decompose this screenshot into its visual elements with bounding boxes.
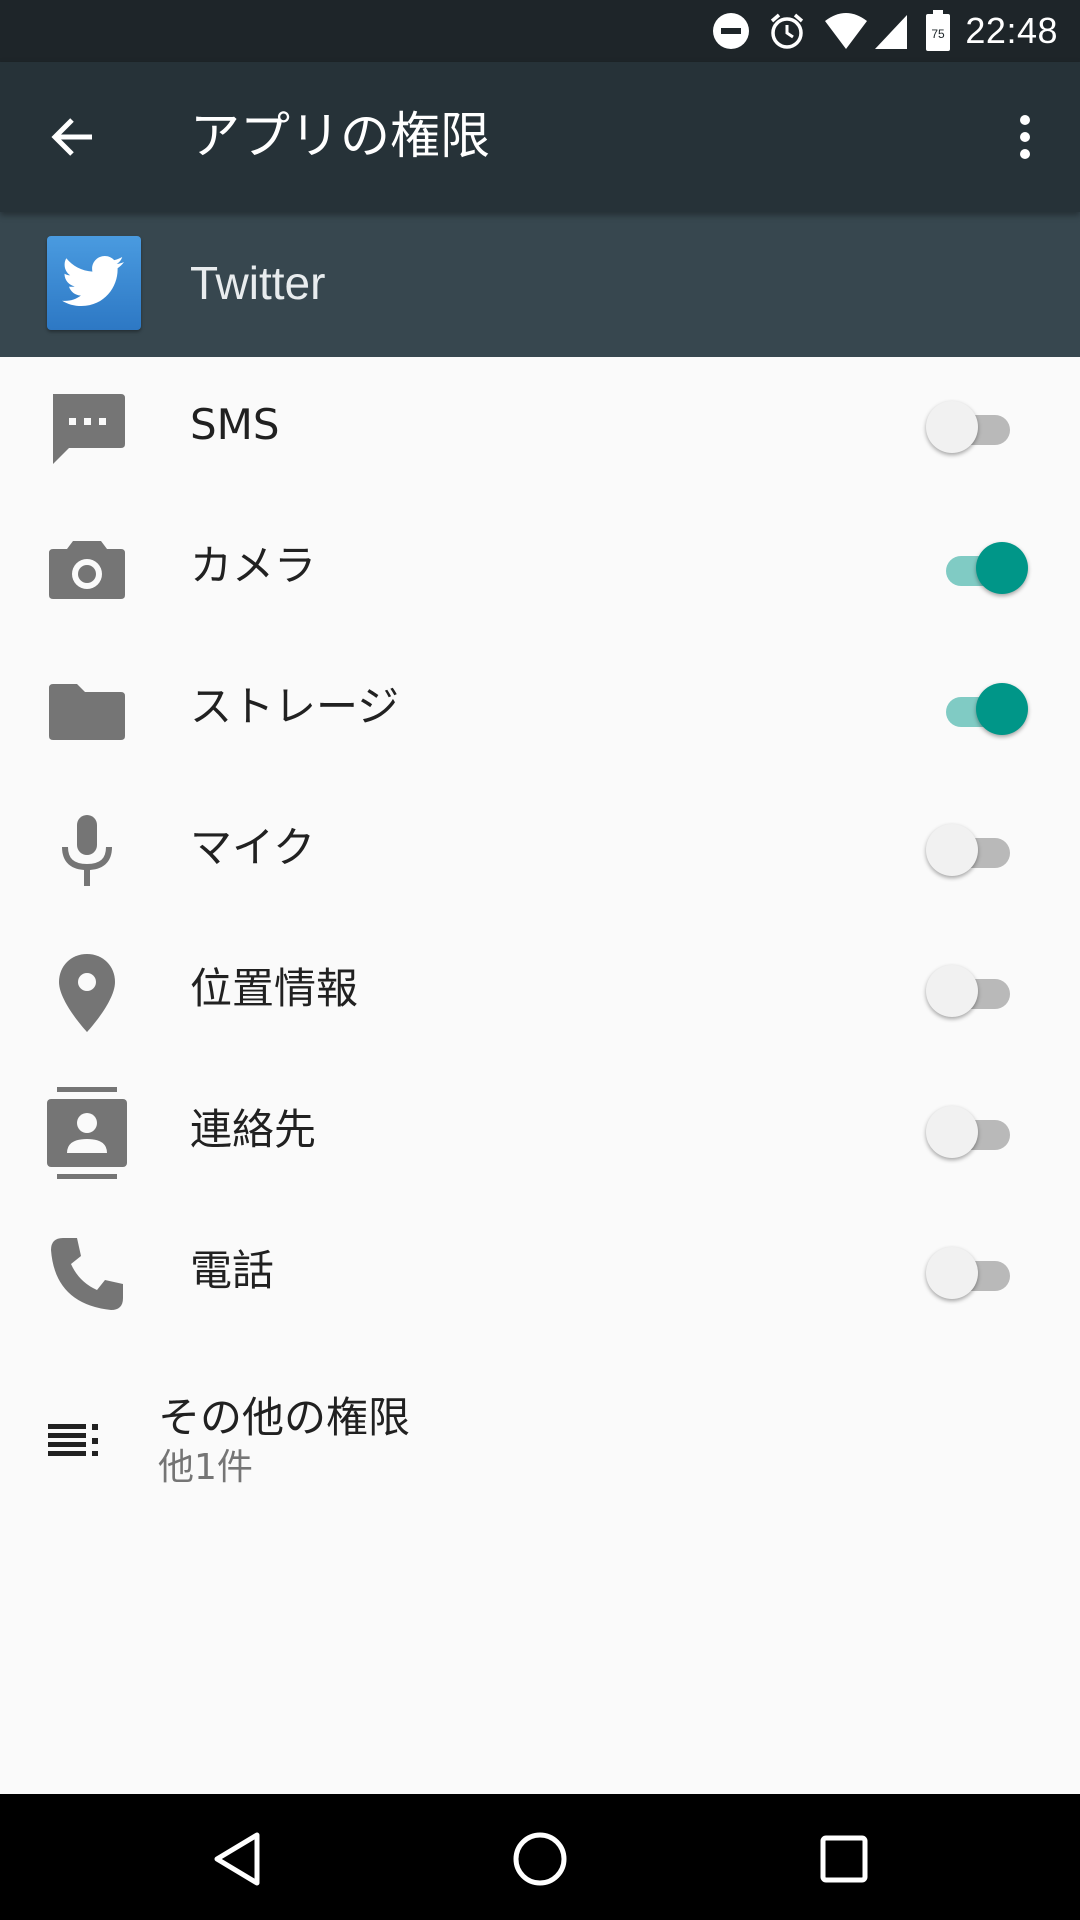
- list-icon: [46, 1420, 102, 1460]
- toggle-thumb: [926, 1106, 978, 1158]
- app-bar: アプリの権限: [0, 62, 1080, 212]
- twitter-bird-icon: [47, 236, 141, 330]
- battery-icon: 75: [925, 10, 951, 52]
- permission-toggle[interactable]: [922, 683, 1032, 739]
- battery-level: 75: [932, 27, 946, 41]
- permission-toggle[interactable]: [922, 1106, 1032, 1162]
- other-permissions-row[interactable]: その他の権限 他1件: [0, 1370, 1080, 1510]
- mic-icon: [44, 808, 130, 894]
- toggle-thumb: [926, 1247, 978, 1299]
- toggle-thumb: [976, 542, 1028, 594]
- do-not-disturb-icon: [711, 11, 751, 51]
- permission-toggle[interactable]: [922, 1247, 1032, 1303]
- permission-label: 電話: [190, 1246, 275, 1295]
- camera-icon: [44, 526, 130, 612]
- status-bar: 75 22:48: [0, 0, 1080, 62]
- permission-toggle[interactable]: [922, 824, 1032, 880]
- permission-row-microphone[interactable]: マイク: [0, 780, 1080, 921]
- sms-icon: [44, 385, 130, 471]
- permission-label: カメラ: [190, 541, 317, 590]
- permission-row-contacts[interactable]: 連絡先: [0, 1062, 1080, 1203]
- permission-row-sms[interactable]: SMS: [0, 357, 1080, 498]
- page-title: アプリの権限: [190, 107, 490, 165]
- permission-toggle[interactable]: [922, 965, 1032, 1021]
- app-header: Twitter: [0, 212, 1080, 357]
- permission-label: マイク: [190, 823, 316, 872]
- more-options-button[interactable]: [990, 102, 1060, 172]
- permission-label: 位置情報: [190, 964, 359, 1013]
- clock: 22:48: [965, 10, 1058, 51]
- permission-row-camera[interactable]: カメラ: [0, 498, 1080, 639]
- app-name: Twitter: [190, 257, 326, 309]
- permission-row-storage[interactable]: ストレージ: [0, 639, 1080, 780]
- back-button[interactable]: [38, 102, 108, 172]
- nav-home-button[interactable]: [495, 1814, 585, 1904]
- permission-label: ストレージ: [190, 682, 400, 731]
- permission-row-location[interactable]: 位置情報: [0, 921, 1080, 1062]
- toggle-thumb: [926, 401, 978, 453]
- permission-row-phone[interactable]: 電話: [0, 1203, 1080, 1344]
- folder-icon: [44, 667, 130, 753]
- toggle-thumb: [926, 824, 978, 876]
- navigation-bar: [0, 1794, 1080, 1920]
- phone-icon: [44, 1231, 130, 1317]
- nav-back-button[interactable]: [192, 1814, 282, 1904]
- cell-signal-icon: [873, 11, 909, 51]
- home-circle-icon: [513, 1832, 567, 1886]
- nav-recents-button[interactable]: [799, 1814, 889, 1904]
- permission-toggle[interactable]: [922, 542, 1032, 598]
- location-icon: [44, 949, 130, 1035]
- arrow-back-icon: [51, 118, 92, 156]
- toggle-thumb: [976, 683, 1028, 735]
- wifi-icon: [823, 11, 869, 51]
- contacts-icon: [44, 1087, 130, 1179]
- other-permissions-count: 他1件: [158, 1447, 253, 1488]
- toggle-thumb: [926, 965, 978, 1017]
- recents-square-icon: [820, 1835, 868, 1883]
- permission-label: SMS: [190, 400, 280, 449]
- permission-toggle[interactable]: [922, 401, 1032, 457]
- alarm-icon: [767, 11, 807, 51]
- other-permissions-title: その他の権限: [158, 1393, 411, 1442]
- more-vert-icon: [1020, 115, 1030, 159]
- back-triangle-icon: [214, 1832, 260, 1886]
- permission-label: 連絡先: [190, 1105, 317, 1154]
